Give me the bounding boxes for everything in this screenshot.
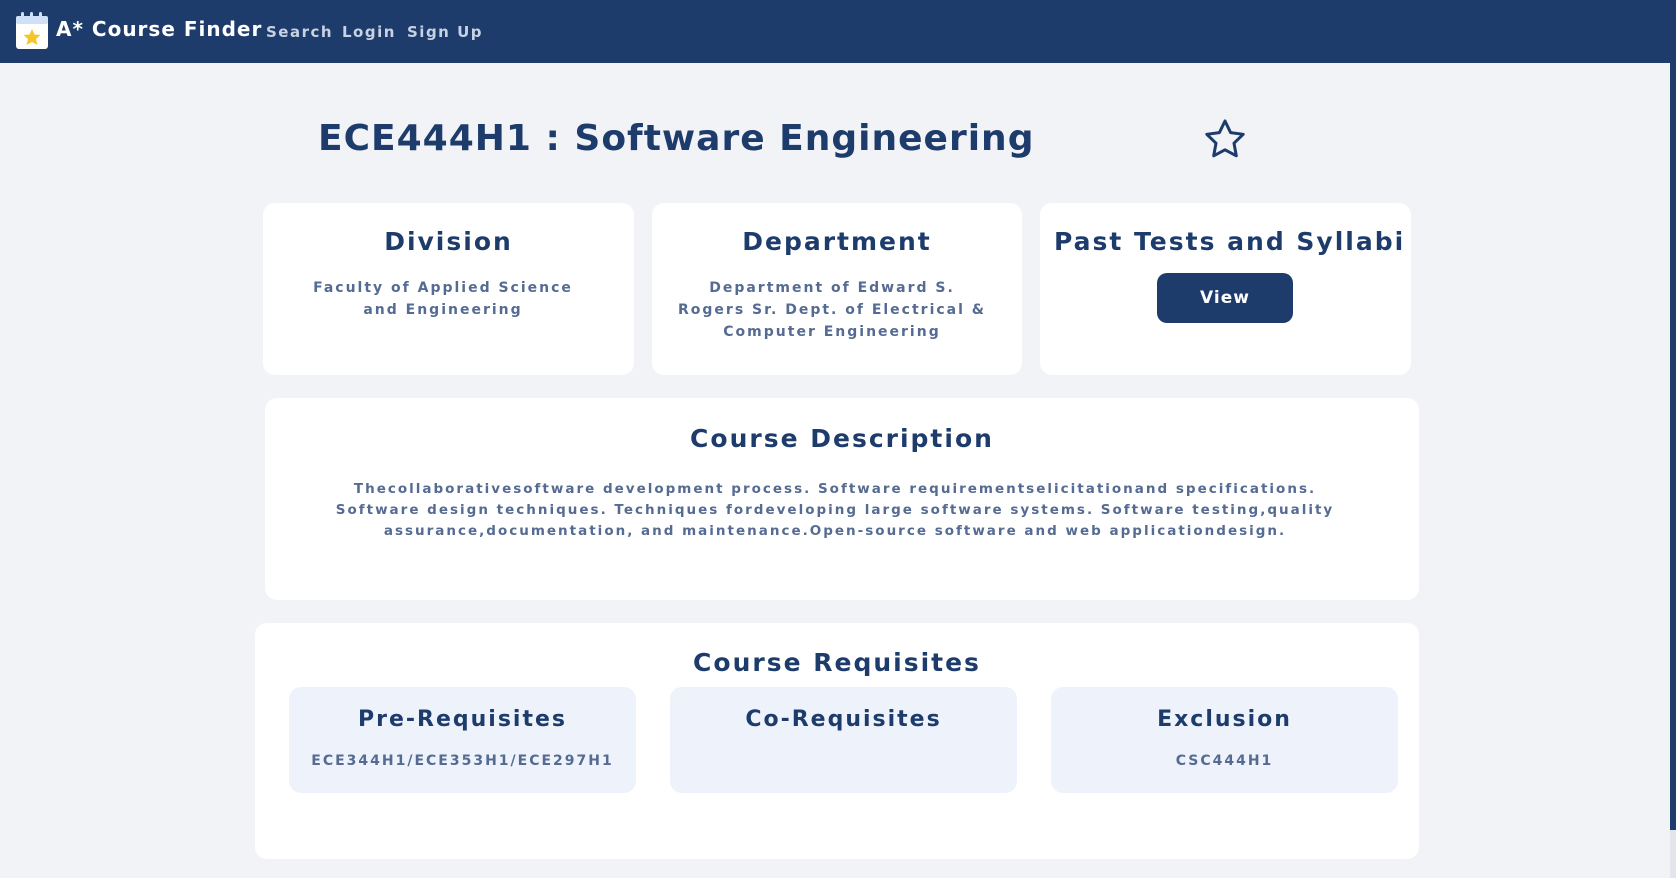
nav-link-login[interactable]: Login bbox=[342, 23, 396, 41]
department-value: Department of Edward S. Rogers Sr. Dept.… bbox=[678, 280, 986, 340]
exclusion-value: CSC444H1 bbox=[1175, 753, 1274, 769]
prerequisites-heading: Pre-Requisites bbox=[357, 707, 567, 732]
nav-link-sign-up[interactable]: Sign Up bbox=[407, 23, 483, 41]
department-card: Department Department of Edward S. Roger… bbox=[652, 203, 1022, 375]
nav-link-search[interactable]: Search bbox=[266, 23, 333, 41]
course-requisites-heading: Course Requisites bbox=[693, 648, 981, 677]
brand-title[interactable]: A* Course Finder bbox=[56, 17, 262, 41]
page-title: ECE444H1 : Software Engineering bbox=[318, 118, 1035, 159]
division-value: Faculty of Applied Science and Engineeri… bbox=[313, 280, 573, 318]
division-heading: Division bbox=[384, 227, 513, 256]
corequisites-card: Co-Requisites bbox=[670, 687, 1017, 793]
exclusion-heading: Exclusion bbox=[1157, 707, 1292, 732]
course-description-heading: Course Description bbox=[690, 424, 994, 453]
department-heading: Department bbox=[742, 227, 932, 256]
prerequisites-value: ECE344H1/ECE353H1/ECE297H1 bbox=[311, 753, 614, 769]
prerequisites-card: Pre-Requisites ECE344H1/ECE353H1/ECE297H… bbox=[289, 687, 636, 793]
scrollbar-thumb[interactable] bbox=[1670, 0, 1676, 830]
division-card: Division Faculty of Applied Science and … bbox=[263, 203, 634, 375]
calendar-star-logo-icon[interactable] bbox=[15, 12, 49, 50]
past-tests-card: Past Tests and Syllabi View bbox=[1040, 203, 1411, 375]
view-button[interactable]: View bbox=[1157, 273, 1293, 323]
exclusion-card: Exclusion CSC444H1 bbox=[1051, 687, 1398, 793]
course-requisites-card: Course Requisites Pre-Requisites ECE344H… bbox=[255, 623, 1419, 859]
scrollbar-track[interactable] bbox=[1670, 830, 1676, 878]
top-navbar: A* Course Finder Search Login Sign Up bbox=[0, 0, 1676, 63]
past-tests-heading: Past Tests and Syllabi bbox=[1054, 227, 1406, 256]
course-description-text: Thecollaborativesoftware development pro… bbox=[335, 481, 1335, 539]
course-description-card: Course Description Thecollaborativesoftw… bbox=[265, 398, 1419, 600]
star-outline-icon[interactable] bbox=[1202, 117, 1248, 163]
corequisites-heading: Co-Requisites bbox=[745, 707, 942, 732]
